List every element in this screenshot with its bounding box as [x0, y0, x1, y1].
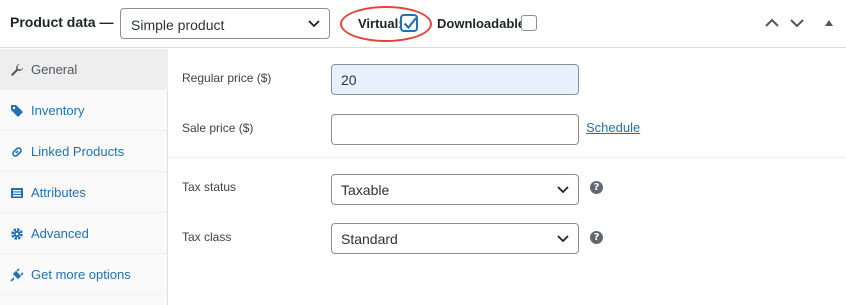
tab-attributes-label: Attributes: [31, 185, 86, 200]
product-data-header: Product data — Simple product Virtual: D…: [0, 0, 846, 48]
checkmark-icon: [403, 17, 417, 30]
move-up-icon[interactable]: [764, 16, 780, 30]
tax-class-label: Tax class: [182, 230, 232, 244]
tax-status-value: Taxable: [341, 182, 390, 198]
collapse-toggle-icon[interactable]: [821, 16, 837, 30]
tax-status-select[interactable]: Taxable: [331, 174, 579, 205]
tab-general-label: General: [31, 62, 78, 77]
virtual-checkbox[interactable]: [401, 15, 417, 31]
tab-get-more-options-label: Get more options: [31, 267, 131, 282]
move-down-icon[interactable]: [789, 16, 805, 30]
gear-icon: [11, 228, 23, 240]
regular-price-input[interactable]: 20: [331, 64, 579, 95]
tab-inventory-label: Inventory: [31, 103, 85, 118]
list-icon: [11, 188, 23, 198]
general-panel: Regular price ($) 20 Sale price ($) Sche…: [169, 49, 846, 305]
section-divider: [169, 157, 846, 158]
virtual-label: Virtual:: [358, 16, 403, 31]
tax-class-value: Standard: [341, 231, 398, 247]
product-data-tabs: General Inventory Linked Products Attrib…: [0, 49, 168, 305]
tax-status-label: Tax status: [182, 180, 237, 194]
help-icon[interactable]: ?: [590, 181, 603, 194]
downloadable-checkbox[interactable]: [521, 15, 537, 31]
wrench-icon: [11, 64, 23, 76]
product-type-select[interactable]: Simple product: [120, 8, 330, 39]
tab-attributes[interactable]: Attributes: [0, 172, 168, 213]
tag-icon: [11, 105, 23, 117]
link-icon: [12, 147, 22, 157]
plugin-icon: [10, 268, 24, 282]
tab-get-more-options[interactable]: Get more options: [0, 254, 168, 295]
sale-price-label: Sale price ($): [182, 121, 254, 135]
sale-price-input[interactable]: [331, 114, 579, 145]
chevron-down-icon: [557, 235, 569, 243]
help-icon[interactable]: ?: [590, 231, 603, 244]
downloadable-label: Downloadable:: [437, 16, 530, 31]
regular-price-value: 20: [341, 72, 357, 88]
tab-linked-products-label: Linked Products: [31, 144, 125, 159]
panel-title: Product data —: [10, 14, 114, 30]
tab-linked-products[interactable]: Linked Products: [0, 131, 168, 172]
product-type-value: Simple product: [131, 17, 225, 33]
schedule-link[interactable]: Schedule: [586, 120, 640, 135]
tab-advanced[interactable]: Advanced: [0, 213, 168, 254]
tab-inventory[interactable]: Inventory: [0, 90, 168, 131]
chevron-down-icon: [557, 186, 569, 194]
chevron-down-icon: [308, 20, 320, 28]
tax-class-select[interactable]: Standard: [331, 223, 579, 254]
regular-price-label: Regular price ($): [182, 71, 272, 85]
tab-advanced-label: Advanced: [31, 226, 89, 241]
tab-general[interactable]: General: [0, 49, 168, 90]
